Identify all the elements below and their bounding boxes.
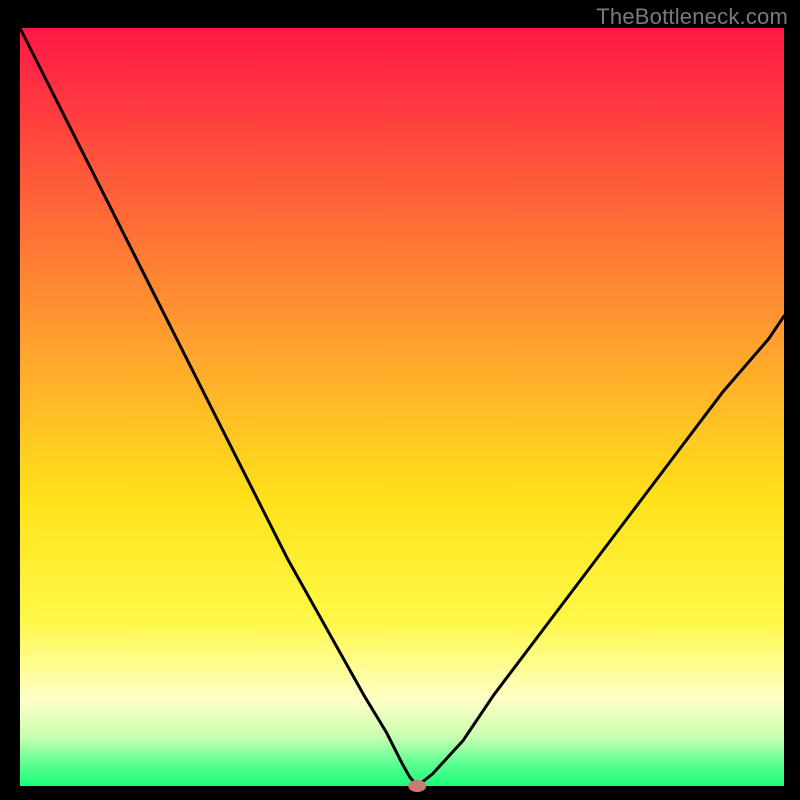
gradient-background xyxy=(20,28,784,786)
optimal-point-marker xyxy=(408,780,426,792)
chart-frame: TheBottleneck.com xyxy=(0,0,800,800)
watermark-text: TheBottleneck.com xyxy=(596,4,788,30)
bottleneck-chart xyxy=(0,0,800,800)
